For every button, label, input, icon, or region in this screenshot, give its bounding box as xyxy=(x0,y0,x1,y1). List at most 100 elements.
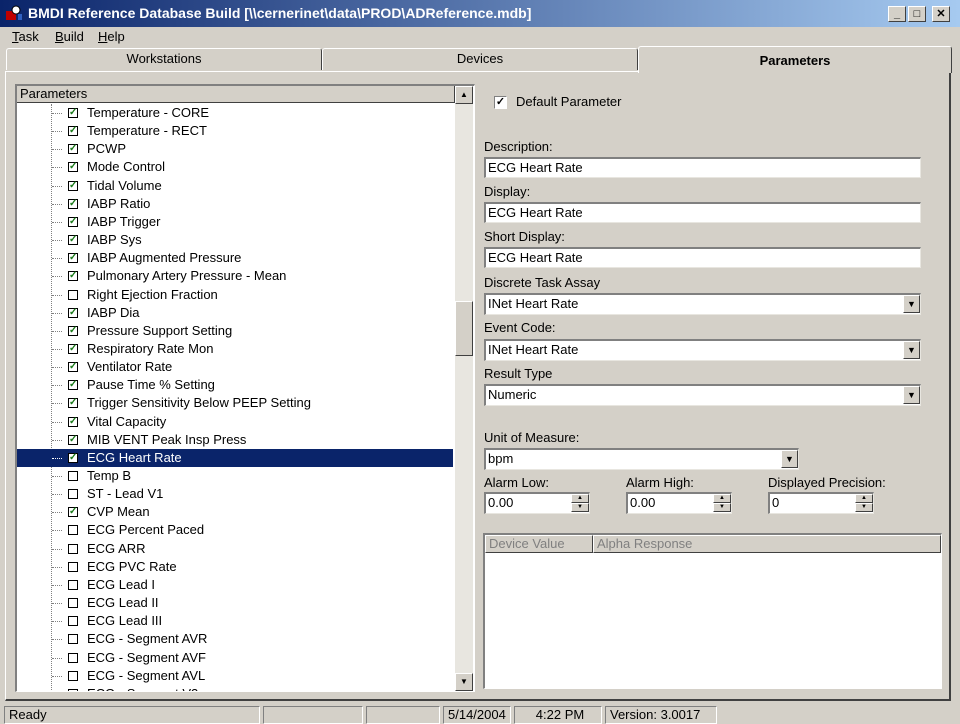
tree-item[interactable]: ✓ Ventilator Rate xyxy=(17,358,453,376)
tree-item[interactable]: ✓ MIB VENT Peak Insp Press xyxy=(17,431,453,449)
spin-up-icon[interactable]: ▲ xyxy=(713,494,731,503)
tree-item[interactable]: ✓ Trigger Sensitivity Below PEEP Setting xyxy=(17,394,453,412)
checked-box-icon[interactable]: ✓ xyxy=(68,452,78,463)
checked-box-icon[interactable]: ✓ xyxy=(68,271,78,282)
tree-item[interactable]: Temp B xyxy=(17,467,453,485)
tree-item[interactable]: ECG Percent Paced xyxy=(17,521,453,539)
checked-box-icon[interactable]: ✓ xyxy=(68,380,78,391)
checked-box-icon[interactable]: ✓ xyxy=(68,198,78,209)
tree-item[interactable]: ✓ Tidal Volume xyxy=(17,177,453,195)
checked-box-icon[interactable]: ✓ xyxy=(68,144,78,155)
checked-box-icon[interactable]: ✓ xyxy=(68,108,78,118)
checked-box-icon[interactable]: ✓ xyxy=(68,507,78,518)
parameter-tree[interactable]: Parameters ✓ Temperature - CORE ✓ Temperatu… xyxy=(15,84,475,692)
scroll-down-icon[interactable]: ▼ xyxy=(455,673,473,691)
tree-item[interactable]: ✓ IABP Ratio xyxy=(17,195,453,213)
tree-item[interactable]: ECG Lead I xyxy=(17,576,453,594)
tree-item[interactable]: ✓ Pause Time % Setting xyxy=(17,376,453,394)
device-value-list[interactable]: Device Value Alpha Response xyxy=(483,533,942,689)
maximize-button[interactable]: □ xyxy=(908,6,926,22)
chevron-down-icon[interactable]: ▼ xyxy=(903,341,920,359)
tree-item[interactable]: ✓ IABP Sys xyxy=(17,231,453,249)
tree-item[interactable]: ✓ Respiratory Rate Mon xyxy=(17,340,453,358)
spin-down-icon[interactable]: ▼ xyxy=(713,503,731,512)
short-display-input[interactable]: ECG Heart Rate xyxy=(484,247,921,268)
spin-up-icon[interactable]: ▲ xyxy=(571,494,589,503)
tree-item[interactable]: ECG Lead II xyxy=(17,594,453,612)
tree-scrollbar[interactable]: ▲ ▼ xyxy=(455,86,473,691)
alarm-low-stepper[interactable]: 0.00 ▲ ▼ xyxy=(484,492,590,514)
tree-item[interactable]: ✓ IABP Dia xyxy=(17,304,453,322)
tree-item[interactable]: ✓ Vital Capacity xyxy=(17,413,453,431)
tab-workstations[interactable]: Workstations xyxy=(6,48,322,70)
tree-item[interactable]: ECG - Segment AVF xyxy=(17,649,453,667)
unchecked-box-icon[interactable] xyxy=(68,616,78,627)
discrete-task-assay-select[interactable]: INet Heart Rate ▼ xyxy=(484,293,921,315)
checked-box-icon[interactable]: ✓ xyxy=(68,216,78,227)
unchecked-box-icon[interactable] xyxy=(68,579,78,590)
column-alpha-response[interactable]: Alpha Response xyxy=(593,535,941,553)
checked-box-icon[interactable]: ✓ xyxy=(68,398,78,409)
description-input[interactable]: ECG Heart Rate xyxy=(484,157,921,178)
checked-box-icon[interactable]: ✓ xyxy=(68,162,78,173)
checked-box-icon[interactable]: ✓ xyxy=(68,180,78,191)
unchecked-box-icon[interactable] xyxy=(68,598,78,609)
checked-box-icon[interactable]: ✓ xyxy=(68,126,78,137)
tree-item[interactable]: ✓ CVP Mean xyxy=(17,503,453,521)
unchecked-box-icon[interactable] xyxy=(68,289,78,300)
unchecked-box-icon[interactable] xyxy=(68,634,78,645)
display-input[interactable]: ECG Heart Rate xyxy=(484,202,921,223)
unchecked-box-icon[interactable] xyxy=(68,652,78,663)
tree-item[interactable]: ECG - Segment V2 xyxy=(17,685,453,691)
unchecked-box-icon[interactable] xyxy=(68,670,78,681)
tree-item[interactable]: ECG ARR xyxy=(17,540,453,558)
tree-item[interactable]: ✓ Mode Control xyxy=(17,158,453,176)
displayed-precision-stepper[interactable]: 0 ▲ ▼ xyxy=(768,492,874,514)
close-button[interactable]: ✕ xyxy=(932,6,950,22)
unchecked-box-icon[interactable] xyxy=(68,489,78,500)
chevron-down-icon[interactable]: ▼ xyxy=(903,295,920,313)
tree-item[interactable]: ✓ Pulmonary Artery Pressure - Mean xyxy=(17,267,453,285)
unchecked-box-icon[interactable] xyxy=(68,525,78,536)
unchecked-box-icon[interactable] xyxy=(68,688,78,691)
checked-box-icon[interactable]: ✓ xyxy=(68,307,78,318)
chevron-down-icon[interactable]: ▼ xyxy=(903,386,920,404)
menu-help[interactable]: Help xyxy=(98,29,125,44)
default-parameter-checkbox[interactable]: ✓ xyxy=(494,96,507,109)
unchecked-box-icon[interactable] xyxy=(68,471,78,481)
spin-up-icon[interactable]: ▲ xyxy=(855,494,873,503)
tree-item[interactable]: ✓ Temperature - RECT xyxy=(17,122,453,140)
tree-item[interactable]: ✓ Pressure Support Setting xyxy=(17,322,453,340)
unchecked-box-icon[interactable] xyxy=(68,543,78,554)
tree-item[interactable]: ✓ Temperature - CORE xyxy=(17,104,453,122)
unchecked-box-icon[interactable] xyxy=(68,561,78,572)
tree-item[interactable]: ECG PVC Rate xyxy=(17,558,453,576)
checked-box-icon[interactable]: ✓ xyxy=(68,362,78,373)
minimize-button[interactable]: _ xyxy=(888,6,906,22)
menu-task[interactable]: Task xyxy=(12,29,39,44)
scroll-up-icon[interactable]: ▲ xyxy=(455,86,473,104)
spin-down-icon[interactable]: ▼ xyxy=(855,503,873,512)
scroll-thumb[interactable] xyxy=(455,301,473,356)
tree-header[interactable]: Parameters xyxy=(17,86,455,103)
menu-build[interactable]: Build xyxy=(55,29,84,44)
tree-item[interactable]: ✓ IABP Trigger xyxy=(17,213,453,231)
tree-item[interactable]: ECG - Segment AVR xyxy=(17,630,453,648)
tree-item[interactable]: ✓ PCWP xyxy=(17,140,453,158)
result-type-select[interactable]: Numeric ▼ xyxy=(484,384,921,406)
tree-item[interactable]: Right Ejection Fraction xyxy=(17,286,453,304)
spin-down-icon[interactable]: ▼ xyxy=(571,503,589,512)
column-device-value[interactable]: Device Value xyxy=(485,535,593,553)
checked-box-icon[interactable]: ✓ xyxy=(68,343,78,354)
checked-box-icon[interactable]: ✓ xyxy=(68,416,78,427)
alarm-high-stepper[interactable]: 0.00 ▲ ▼ xyxy=(626,492,732,514)
checked-box-icon[interactable]: ✓ xyxy=(68,235,78,246)
tree-item[interactable]: ✓ ECG Heart Rate xyxy=(17,448,453,467)
event-code-select[interactable]: INet Heart Rate ▼ xyxy=(484,339,921,361)
checked-box-icon[interactable]: ✓ xyxy=(68,434,78,445)
tree-item[interactable]: ST - Lead V1 xyxy=(17,485,453,503)
chevron-down-icon[interactable]: ▼ xyxy=(781,450,798,468)
tree-item[interactable]: ECG Lead III xyxy=(17,612,453,630)
checked-box-icon[interactable]: ✓ xyxy=(68,325,78,336)
tab-parameters[interactable]: Parameters xyxy=(638,46,952,73)
